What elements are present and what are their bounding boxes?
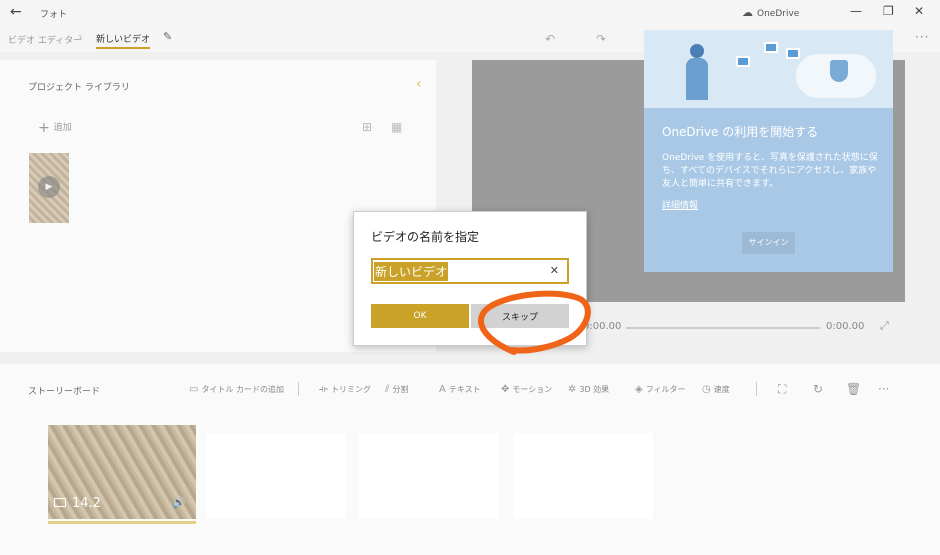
breadcrumb-root[interactable]: ビデオ エディター (8, 33, 82, 46)
clear-input-icon[interactable]: ✕ (550, 264, 559, 277)
collapse-chevron-icon[interactable]: ‹ (416, 76, 422, 92)
text-button[interactable]: A テキスト (439, 384, 481, 395)
title-bar: ← フォト ☁ OneDrive — ❐ ✕ (0, 0, 940, 26)
split-button[interactable]: ⫽ 分割 (385, 384, 408, 395)
onedrive-status[interactable]: ☁ OneDrive (742, 6, 799, 19)
add-title-card-button[interactable]: ▭ タイトル カードの追加 (189, 384, 284, 395)
storyboard-title: ストーリーボード (28, 387, 101, 397)
onedrive-popup: OneDrive の利用を開始する OneDrive を使用すると、写真を保護さ… (644, 30, 893, 272)
speed-button[interactable]: ◷ 速度 (702, 384, 730, 395)
clip-duration-value: 14.2 (72, 496, 101, 511)
fullscreen-icon[interactable]: ⤢ (880, 319, 889, 333)
grid-small-view-icon[interactable]: ▦ (391, 120, 402, 134)
3d-effects-label: 3D 効果 (579, 385, 610, 394)
3d-effects-button[interactable]: ✲ 3D 効果 (568, 384, 609, 395)
plus-icon: + (38, 120, 50, 136)
motion-label: モーション (512, 385, 553, 394)
clip-duration: 14.2 (54, 496, 101, 511)
photo-icon (764, 42, 778, 53)
person-illustration (682, 44, 712, 100)
storyboard-clip[interactable]: 14.2 🔊 (48, 425, 196, 519)
rename-video-dialog: ビデオの名前を指定 新しいビデオ ✕ OK スキップ (353, 211, 587, 346)
trim-label: トリミング (331, 385, 372, 394)
cloud-off-icon: ☁ (742, 6, 753, 19)
add-label: 追加 (53, 123, 72, 133)
library-video-thumbnail[interactable]: ▶ (29, 153, 69, 223)
delete-icon[interactable]: 🗑 (846, 382, 861, 396)
toolbar-divider (756, 382, 757, 396)
filter-label: フィルター (645, 385, 686, 394)
onedrive-illustration (644, 30, 893, 108)
empty-storyboard-slot (206, 433, 346, 519)
video-name-value: 新しいビデオ (374, 262, 449, 281)
more-options-icon[interactable]: ··· (915, 30, 929, 44)
library-title: プロジェクト ライブラリ (28, 83, 130, 93)
play-icon: ▶ (38, 176, 60, 198)
rotate-icon[interactable]: ↻ (813, 382, 823, 396)
filter-icon: ◈ (635, 384, 643, 395)
motion-icon: ✥ (501, 384, 510, 395)
onedrive-popup-body: OneDrive を使用すると、写真を保護された状態に保ち、すべてのデバイスでそ… (662, 153, 878, 189)
app-title: フォト (40, 10, 68, 20)
grid-large-view-icon[interactable]: ⊞ (362, 120, 372, 134)
3d-effects-icon: ✲ (568, 384, 577, 395)
rename-pencil-icon[interactable]: ✎ (163, 30, 172, 43)
volume-icon[interactable]: 🔊 (172, 496, 186, 509)
seek-bar[interactable] (626, 327, 820, 329)
storyboard-more-icon[interactable]: ··· (878, 382, 889, 396)
onedrive-label: OneDrive (757, 9, 800, 19)
add-title-card-label: タイトル カードの追加 (201, 385, 284, 394)
text-label: テキスト (448, 385, 481, 394)
storyboard-panel: ストーリーボード ▭ タイトル カードの追加 ⟛ トリミング ⫽ 分割 A テキスト ✥… (0, 364, 940, 555)
breadcrumb-current: 新しいビデオ (96, 32, 151, 49)
speed-label: 速度 (713, 385, 730, 394)
current-time: 0:00.00 (583, 321, 622, 332)
skip-button[interactable]: スキップ (471, 304, 569, 328)
empty-storyboard-slot (513, 433, 653, 519)
split-label: 分割 (392, 385, 409, 394)
photo-icon (786, 48, 800, 59)
empty-storyboard-slot (359, 433, 499, 519)
shield-icon (830, 60, 848, 82)
undo-icon[interactable]: ↶ (545, 32, 555, 46)
close-button[interactable]: ✕ (914, 4, 924, 18)
split-icon: ⫽ (385, 384, 390, 395)
resize-icon[interactable]: ⛶ (778, 382, 786, 397)
back-arrow-icon[interactable]: ← (10, 4, 22, 20)
trim-icon: ⟛ (319, 384, 329, 395)
ok-button[interactable]: OK (371, 304, 469, 328)
trim-button[interactable]: ⟛ トリミング (319, 384, 371, 395)
clip-selection-bar (48, 521, 196, 524)
add-media-button[interactable]: + 追加 (38, 120, 72, 136)
minimize-button[interactable]: — (850, 4, 862, 18)
restore-button[interactable]: ❐ (883, 4, 894, 18)
onedrive-popup-title: OneDrive の利用を開始する (662, 125, 819, 139)
toolbar-divider (298, 382, 299, 396)
photo-icon (736, 56, 750, 67)
filter-button[interactable]: ◈ フィルター (635, 384, 686, 395)
learn-more-link[interactable]: 詳細情報 (662, 198, 698, 211)
speed-icon: ◷ (702, 384, 711, 395)
frame-icon (54, 498, 66, 507)
signin-button[interactable]: サインイン (742, 232, 795, 254)
breadcrumb-separator: › (78, 30, 83, 44)
title-card-icon: ▭ (189, 384, 199, 395)
video-name-input[interactable]: 新しいビデオ ✕ (371, 258, 569, 284)
dialog-title: ビデオの名前を指定 (371, 230, 480, 244)
total-time: 0:00.00 (826, 321, 865, 332)
redo-icon[interactable]: ↷ (596, 32, 606, 46)
motion-button[interactable]: ✥ モーション (501, 384, 552, 395)
text-icon: A (439, 384, 446, 395)
